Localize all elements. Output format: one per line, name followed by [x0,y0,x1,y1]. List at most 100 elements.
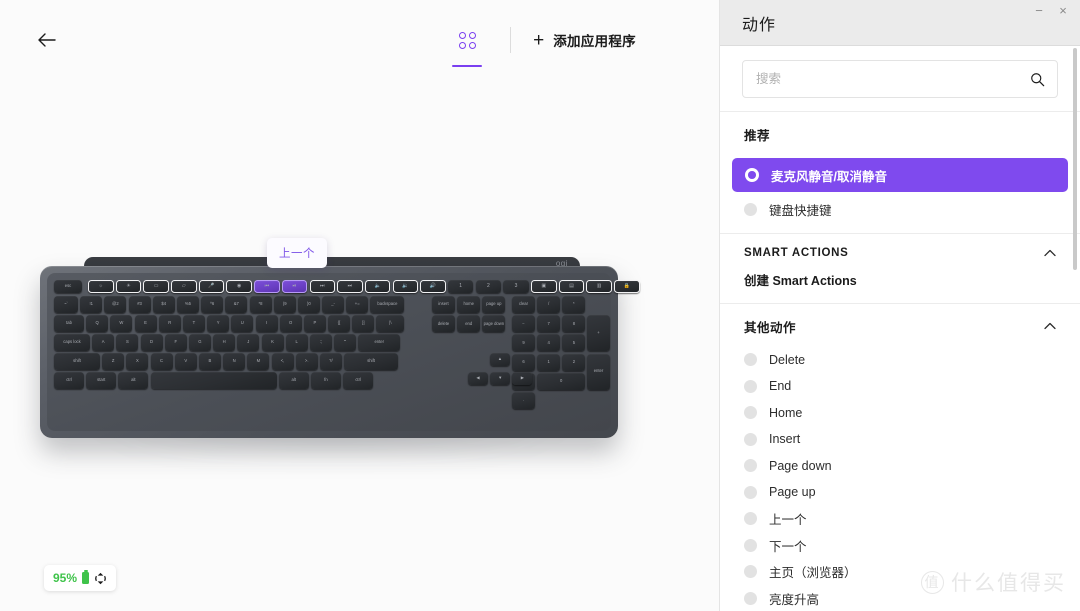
key-fn-F5[interactable]: 🎤 [198,280,225,293]
key-arrow-down[interactable]: ▼ [490,372,511,385]
radio-icon[interactable] [744,512,757,526]
option-row[interactable]: 亮度升高 [720,585,1080,611]
option-row[interactable]: 主页（浏览器） [720,559,1080,586]
key-start[interactable]: start [86,372,117,389]
key-shift[interactable]: shift [54,353,100,370]
radio-icon[interactable] [744,485,757,499]
key-page-up[interactable]: page up [482,296,506,313]
key--[interactable]: |\ [376,315,405,332]
key-t[interactable]: T [182,315,205,332]
key-k[interactable]: K [261,334,284,351]
key--1[interactable]: !1 [80,296,103,313]
key-fn-F11[interactable]: 🔈 [364,280,391,293]
key-fn-1[interactable]: 1 [447,280,474,293]
option-row[interactable]: Insert [720,426,1080,453]
radio-icon[interactable] [744,202,757,216]
key-c[interactable]: C [150,353,173,370]
key--[interactable]: {[ [328,315,351,332]
key-l[interactable]: L [285,334,308,351]
minimize-button[interactable]: − [1028,0,1050,20]
key-numpad--[interactable]: . [512,391,535,409]
key-fn[interactable]: fn [310,372,341,389]
key-numpad-2[interactable]: 2 [562,353,586,371]
key-numpad-enter[interactable]: enter [587,353,610,390]
key-page-down[interactable]: page down [482,315,506,333]
option-row[interactable]: 键盘快捷键 [720,196,1080,223]
key-numpad-4[interactable]: 4 [537,334,561,352]
key-s[interactable]: S [116,334,139,351]
key-backspace[interactable]: backspace [370,296,405,313]
key-fn-▥[interactable]: ▥ [586,280,612,293]
key-numpad--[interactable]: − [512,315,535,333]
radio-icon[interactable] [744,459,757,473]
key-u[interactable]: U [231,315,254,332]
key-arrow-left[interactable]: ◀ [468,372,488,385]
radio-selected-icon[interactable] [745,168,759,182]
key--9[interactable]: (9 [273,296,296,313]
key-arrow-right[interactable]: ▶ [512,372,533,385]
key-numpad-9[interactable]: 9 [512,334,535,352]
key-d[interactable]: D [140,334,163,351]
key--7[interactable]: &7 [225,296,248,313]
key-i[interactable]: I [255,315,278,332]
key--[interactable]: >. [295,353,318,370]
key-shift[interactable]: shift [344,353,399,370]
key--3[interactable]: #3 [128,296,151,313]
key-home[interactable]: home [457,296,481,313]
radio-icon[interactable] [744,379,757,393]
key-arrow-up[interactable]: ▲ [490,353,510,366]
key-fn-F3[interactable]: ▭ [143,280,169,293]
tab-grid-view[interactable] [444,20,490,67]
key--[interactable]: ~` [54,296,78,313]
key-ctrl[interactable]: ctrl [54,372,84,389]
radio-icon[interactable] [744,538,757,552]
key-tab[interactable]: tab [54,315,84,332]
key-fn-F10[interactable]: ⏭ [337,280,363,293]
key-numpad--[interactable]: / [537,296,561,313]
option-row[interactable]: 上一个 [720,506,1080,533]
key-fn-🔒[interactable]: 🔒 [614,280,640,293]
key-delete[interactable]: delete [432,315,455,333]
option-row[interactable]: Page up [720,479,1080,506]
key--6[interactable]: ^6 [201,296,224,313]
key-fn-3[interactable]: 3 [503,280,529,293]
key-numpad--[interactable]: + [587,315,610,352]
key-fn-F1[interactable]: ☼ [88,280,114,293]
key-fn-F7[interactable]: ⏮ [254,280,280,293]
key-fn-🔊[interactable]: 🔊 [420,280,446,293]
key-p[interactable]: P [303,315,326,332]
option-row[interactable]: Delete [720,347,1080,374]
search-box[interactable] [742,60,1058,98]
key-enter[interactable]: enter [358,334,401,351]
key--[interactable]: }] [352,315,375,332]
key--8[interactable]: *8 [249,296,272,313]
key-end[interactable]: end [457,315,481,333]
key--2[interactable]: @2 [104,296,127,313]
panel-scrollbar[interactable] [1073,48,1077,270]
key-numpad-7[interactable]: 7 [537,315,561,333]
radio-icon[interactable] [744,432,757,446]
key--5[interactable]: %5 [176,296,199,313]
actions-scroll-area[interactable]: 推荐 麦克风静音/取消静音 键盘快捷键 SMART ACTIONS 创建 Smar… [720,112,1080,611]
key-fn-F2[interactable]: ☀ [115,280,142,293]
option-row[interactable]: 下一个 [720,532,1080,559]
option-row[interactable]: Home [720,400,1080,427]
key-esc[interactable]: esc [54,280,82,293]
key-ctrl[interactable]: ctrl [343,372,374,389]
chevron-up-icon-smart-actions[interactable] [1044,249,1056,257]
key-r[interactable]: R [158,315,181,332]
radio-icon[interactable] [744,565,757,579]
add-app-button[interactable]: + 添加应用程序 [533,30,636,50]
key-fn-F12[interactable]: 🔉 [392,280,419,293]
key-w[interactable]: W [110,315,133,332]
key-q[interactable]: Q [86,315,109,332]
search-input[interactable] [756,72,1030,86]
key-numpad-5[interactable]: 5 [562,334,586,352]
key-y[interactable]: Y [207,315,230,332]
key--[interactable]: _- [322,296,345,313]
key-h[interactable]: H [213,334,236,351]
key-b[interactable]: B [198,353,221,370]
key-j[interactable]: J [237,334,260,351]
key--[interactable]: ?/ [319,353,342,370]
key--[interactable]: "' [334,334,357,351]
